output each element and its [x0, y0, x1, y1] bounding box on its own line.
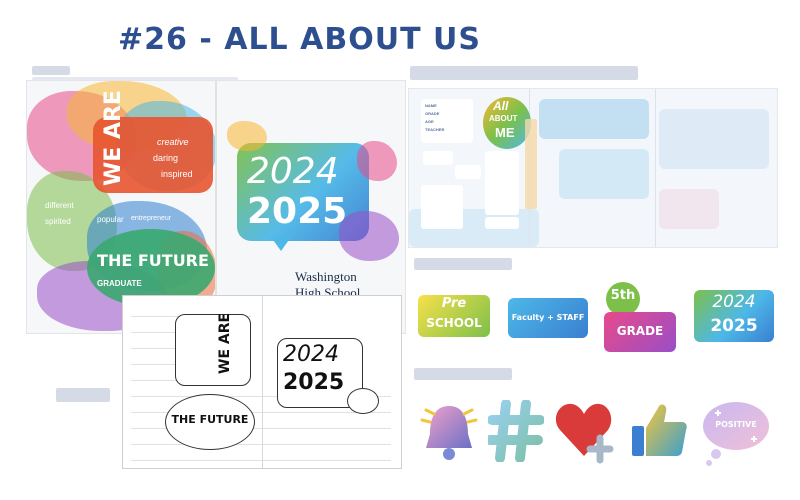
fifth-grade-tab-fifth: 5th	[610, 288, 636, 303]
lineart-we-are-bubble	[175, 314, 251, 386]
cover-word-different: different	[45, 201, 74, 210]
preschool-tab-pre: Pre	[441, 296, 467, 311]
positive-label: POSITIVE	[715, 420, 757, 429]
icons-section-header	[414, 368, 512, 380]
cover-word-daring: inspired	[161, 169, 193, 179]
cover-word-entrepreneur: entrepreneur	[131, 215, 172, 222]
page-title: #26 - ALL ABOUT US	[118, 22, 481, 57]
cover-section-header	[32, 66, 70, 75]
field-age: AGE	[425, 119, 434, 124]
tabs-section-header	[414, 258, 512, 270]
cover-word-graduate: GRADUATE	[97, 279, 142, 288]
inside-title-all: All	[493, 99, 509, 113]
lineart-section-header	[56, 388, 110, 402]
heart-plus-icon	[555, 403, 614, 464]
field-grade: GRADE	[425, 111, 440, 116]
line-art-spread: WE ARE THE FUTURE 2024 2025	[122, 295, 402, 469]
preschool-tab-school: SCHOOL	[426, 316, 482, 330]
cover-word-popular: popular	[97, 215, 124, 224]
cover-the-future-text: THE FUTURE	[97, 251, 209, 270]
lineart-year-top: 2024	[283, 342, 339, 367]
school-name-line1: Washington	[295, 269, 357, 284]
fifth-grade-tab-grade: GRADE	[616, 324, 664, 338]
lineart-we-are-text: WE ARE	[217, 312, 233, 374]
inside-section-header	[410, 66, 638, 80]
cover-year-top: 2024	[247, 151, 339, 192]
lineart-small-bubble	[347, 388, 379, 414]
cover-word-creative: daring	[153, 153, 179, 163]
year-bubble-tail	[271, 237, 291, 251]
lineart-year-bottom: 2025	[283, 370, 345, 395]
positive-thought-bubble-icon	[703, 402, 769, 466]
cover-we-are-text: WE ARE	[101, 90, 126, 186]
cover-year-bottom: 2025	[247, 191, 348, 232]
year-tab-top: 2024	[712, 292, 756, 312]
lineart-future-text: THE FUTURE	[171, 413, 249, 426]
inside-spread: NAME GRADE AGE TEACHER All ABOUT ME	[408, 88, 778, 248]
bell-icon	[420, 406, 478, 460]
inside-title-me: ME	[495, 125, 515, 140]
hashtag-icon	[488, 400, 544, 462]
cover-word-original: creative	[157, 137, 189, 147]
inside-title-about: ABOUT	[489, 114, 518, 123]
thumbs-up-icon	[632, 404, 687, 456]
field-teacher: TEACHER	[425, 127, 445, 132]
field-name: NAME	[425, 103, 437, 108]
year-tab-bottom: 2025	[710, 316, 758, 336]
cover-word-spirited: spirited	[45, 217, 71, 226]
faculty-staff-tab-label: Faculty + STAFF	[511, 313, 585, 322]
